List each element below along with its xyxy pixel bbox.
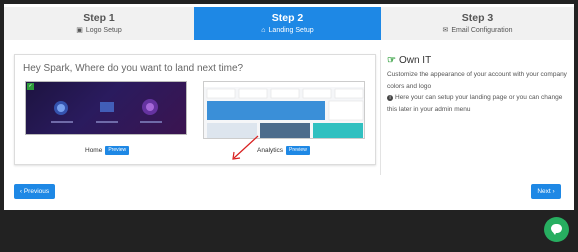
step-title: Step 3 [461,12,494,24]
chat-bubble-icon [551,224,562,235]
selected-check-icon: ✓ [27,83,34,90]
step-landing-setup[interactable]: Step 2 ⌂ Landing Setup [194,7,381,40]
wizard-steps: Step 1 ▣ Logo Setup Step 2 ⌂ Landing Setup… [4,4,574,40]
home-preview-button[interactable]: Preview [105,146,130,155]
analytics-option[interactable]: Analytics Preview [257,146,310,156]
home-option[interactable]: Home Preview [85,146,130,156]
analytics-preview-graphic [204,82,364,138]
step-title: Step 2 [271,12,304,24]
step-title: Step 1 [83,12,115,24]
landing-options-card: Hey Spark, Where do you want to land nex… [14,54,376,165]
step-subtitle: Landing Setup [268,27,314,34]
chat-widget-button[interactable] [544,217,569,242]
envelope-icon: ✉ [442,27,449,34]
sidebar-title: ☞ Own IT [387,55,432,66]
sidebar-line-2: Here your can setup your landing page or… [387,94,563,113]
previous-button[interactable]: ‹ Previous [14,184,55,199]
analytics-preview-button[interactable]: Preview [286,146,310,155]
home-option-label: Home [85,147,103,155]
step-subtitle: Email Configuration [451,27,513,34]
home-icon: ⌂ [261,27,266,34]
home-preview-thumbnail[interactable]: ✓ [25,81,187,135]
info-icon: i [387,95,393,101]
image-icon: ▣ [76,27,83,34]
sidebar-description: Customize the appearance of your account… [387,69,567,115]
step-subtitle: Logo Setup [85,27,122,34]
analytics-option-label: Analytics [257,147,284,155]
thumbs-up-icon: ☞ [387,55,396,66]
home-preview-graphic [51,99,162,123]
red-arrow-annotation [232,135,259,160]
step-email-configuration[interactable]: Step 3 ✉ Email Configuration [381,7,574,40]
analytics-preview-thumbnail[interactable] [203,81,365,139]
step-logo-setup[interactable]: Step 1 ▣ Logo Setup [4,7,194,40]
next-button[interactable]: Next › [531,184,561,199]
sidebar-line-1: Customize the appearance of your account… [387,71,567,90]
landing-prompt: Hey Spark, Where do you want to land nex… [23,63,244,74]
setup-wizard-modal: Step 1 ▣ Logo Setup Step 2 ⌂ Landing Setup… [4,4,574,210]
vertical-divider [380,50,381,175]
